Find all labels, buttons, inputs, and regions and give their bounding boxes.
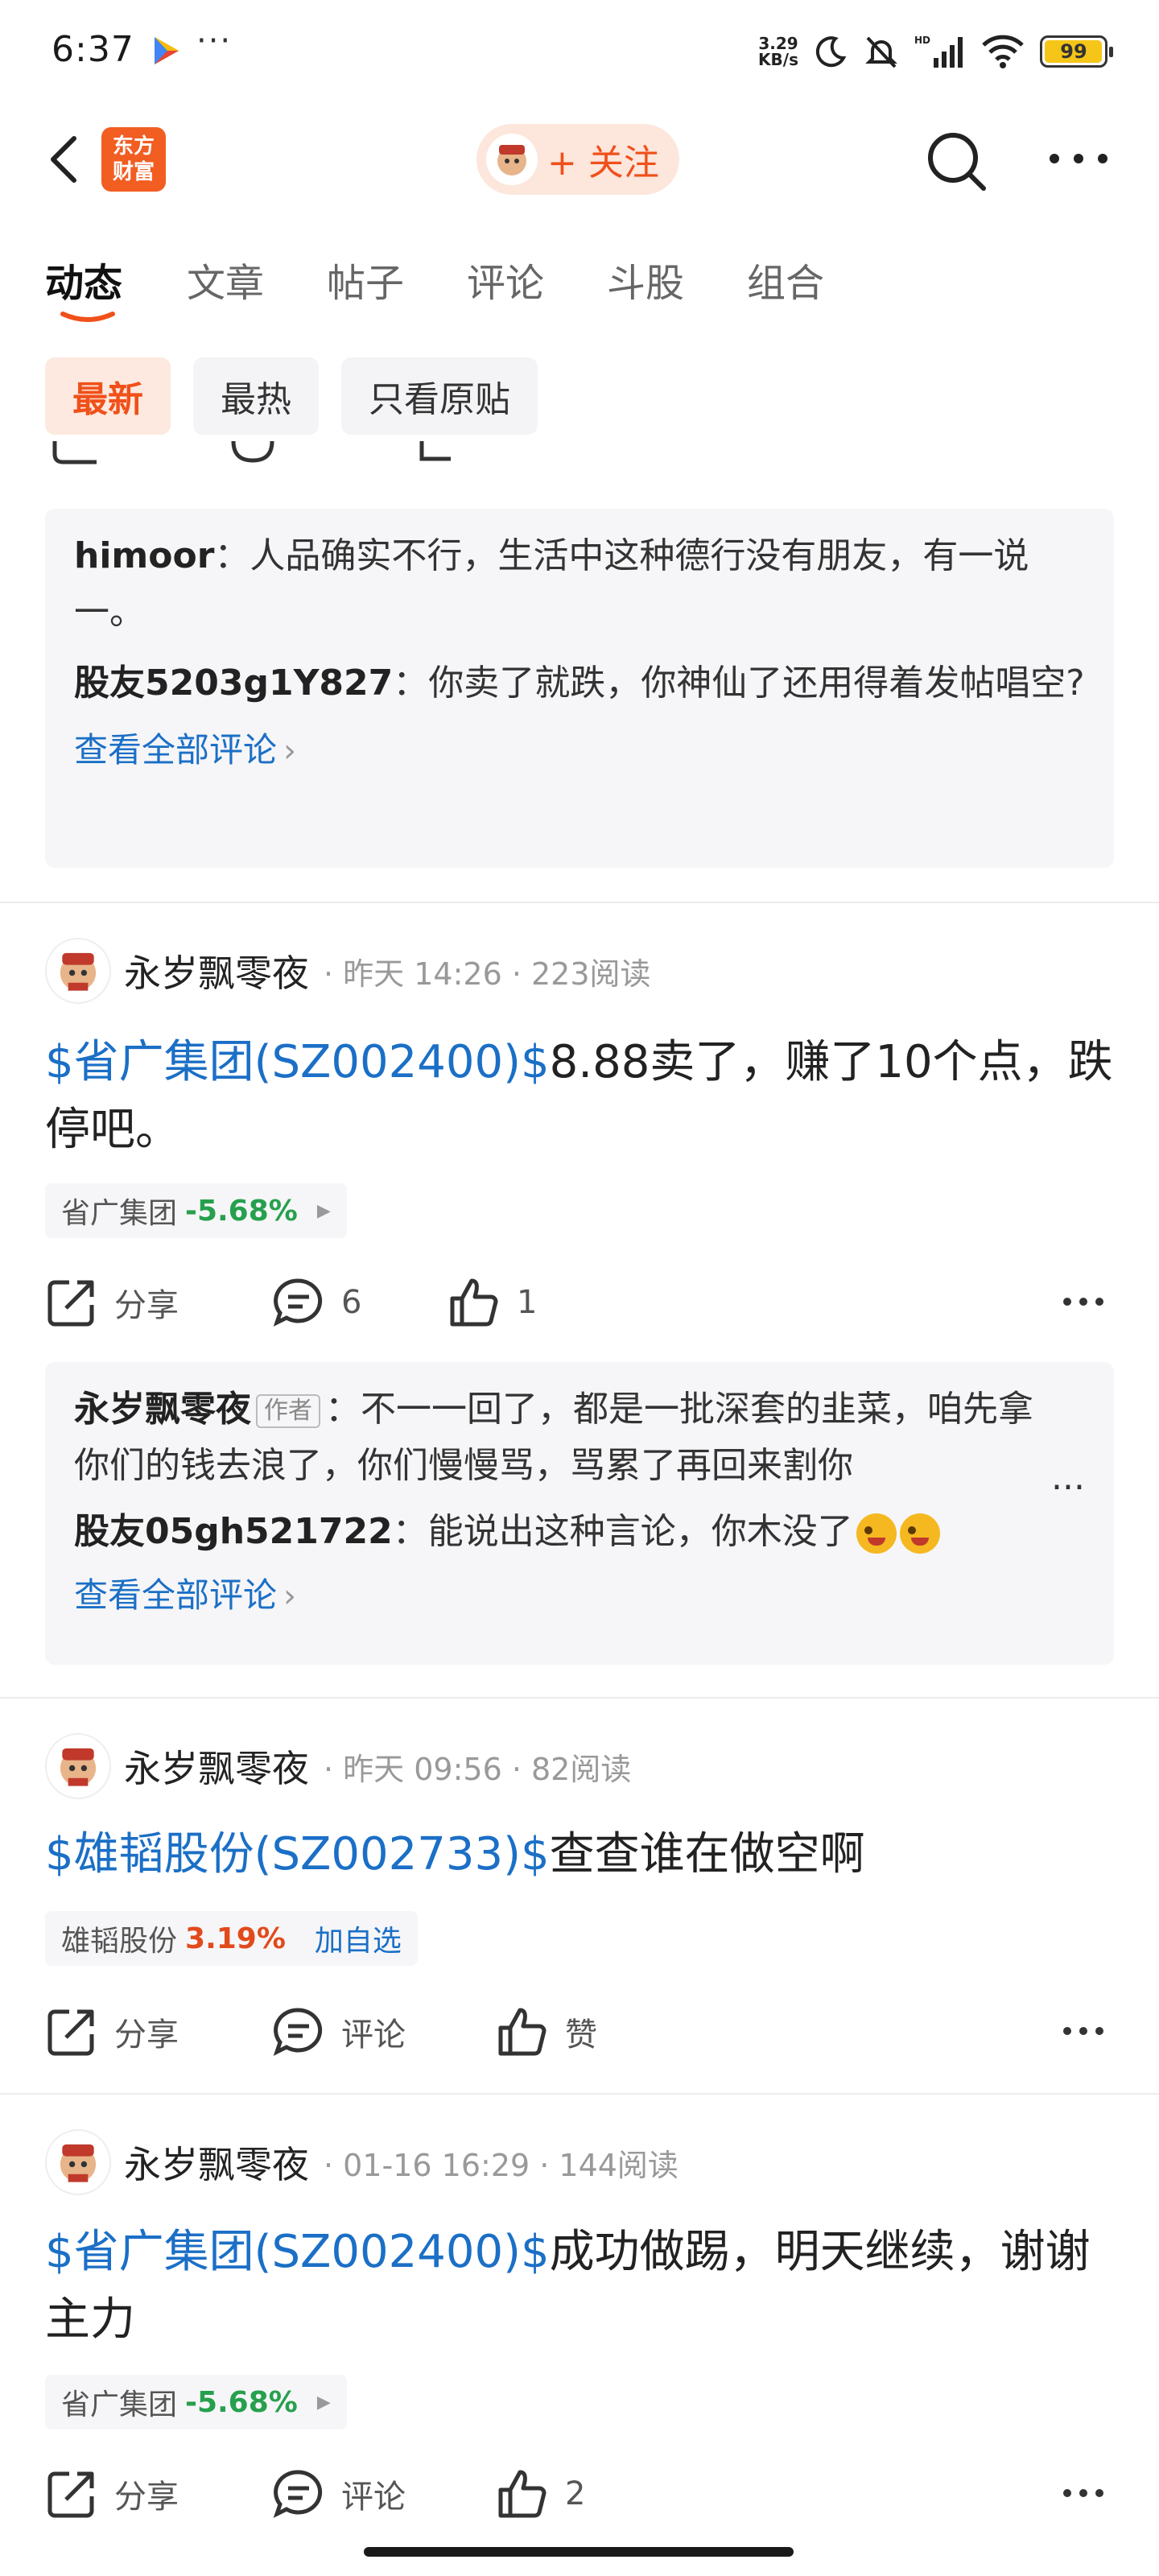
thumbs-up-icon — [498, 2470, 547, 2518]
add-watchlist-link[interactable]: 加自选 — [315, 1918, 402, 1959]
comment-item: 永岁飘零夜 作者 ：不一一回了，都是一批深套的韭菜，咱先拿你们的钱去浪了，你们慢慢骂… — [74, 1389, 1033, 1486]
comment-button[interactable]: 评论 — [272, 2462, 406, 2526]
active-tab-indicator — [60, 312, 115, 322]
post-content[interactable]: $省广集团(SZ002400)$成功做踢，明天继续，谢谢主力 — [45, 2219, 1116, 2354]
tab-portfolio[interactable]: 组合 — [747, 251, 824, 308]
like-button[interactable]: 1 — [448, 1270, 537, 1335]
triangle-right-icon: ▶ — [316, 1200, 331, 1221]
comment-icon — [273, 2470, 323, 2518]
wifi-icon — [982, 35, 1024, 68]
post-actions: 分享 评论 2 — [45, 2462, 1114, 2526]
network-speed: 3.29 KB/s — [758, 34, 798, 69]
comment-item: 股友05gh521722：能说出这种言论，你木没了 — [74, 1504, 1085, 1560]
avatar — [486, 134, 538, 185]
comment-preview-box[interactable]: himoor：人品确实不行，生活中这种德行没有朋友，有一说一。 股友5203g1… — [45, 509, 1114, 868]
comment-button[interactable]: 评论 — [272, 2000, 406, 2064]
filter-hot[interactable]: 最热 — [193, 357, 319, 435]
comment-preview-box[interactable]: 永岁飘零夜 作者 ：不一一回了，都是一批深套的韭菜，咱先拿你们的钱去浪了，你们慢慢骂… — [45, 1362, 1114, 1665]
post-meta: · 昨天 14:26 · 223阅读 — [324, 956, 651, 992]
stock-tag[interactable]: 省广集团 -5.68% ▶ — [45, 2375, 347, 2429]
comment-icon — [273, 1278, 323, 1327]
like-button[interactable]: 赞 — [496, 2000, 597, 2064]
tab-posts[interactable]: 帖子 — [327, 251, 404, 308]
stock-link[interactable]: $省广集团(SZ002400)$ — [45, 2226, 550, 2278]
divider — [0, 2093, 1159, 2095]
share-icon — [47, 1280, 94, 1327]
app-logo: 东方 财富 — [101, 127, 166, 192]
tab-comments[interactable]: 评论 — [467, 251, 544, 308]
wink-tongue-emoji-icon — [899, 1513, 940, 1554]
stock-tag[interactable]: 省广集团 -5.68% ▶ — [45, 1183, 347, 1238]
follow-button[interactable]: + 关注 — [476, 124, 679, 195]
notification-dots: ··· — [196, 23, 233, 60]
tab-stock-battle[interactable]: 斗股 — [607, 251, 684, 308]
tab-articles[interactable]: 文章 — [187, 251, 264, 308]
post-header: 永岁飘零夜 · 昨天 09:56 · 82阅读 — [45, 1732, 631, 1800]
see-all-comments-link[interactable]: 查看全部评论 › — [74, 718, 1085, 783]
search-icon[interactable] — [922, 127, 990, 195]
filter-latest[interactable]: 最新 — [45, 357, 171, 435]
thumbs-up-icon — [498, 2008, 547, 2056]
filter-original-only[interactable]: 只看原贴 — [341, 357, 538, 435]
share-button[interactable]: 分享 — [45, 2462, 179, 2526]
stock-link[interactable]: $省广集团(SZ002400)$ — [45, 1036, 550, 1088]
more-options-icon[interactable] — [1061, 1290, 1106, 1314]
username[interactable]: 永岁飘零夜 — [124, 944, 309, 997]
moon-icon — [815, 36, 847, 68]
home-indicator[interactable] — [364, 2547, 794, 2557]
signal-icon: HD — [914, 35, 963, 68]
battery-icon: 99 — [1040, 35, 1113, 68]
wink-tongue-emoji-icon — [856, 1513, 897, 1554]
avatar[interactable] — [45, 938, 111, 1004]
stock-link[interactable]: $雄韬股份(SZ002733)$ — [45, 1828, 550, 1880]
username[interactable]: 永岁飘零夜 — [124, 1740, 309, 1793]
profile-tabs: 动态 文章 帖子 评论 斗股 组合 — [0, 242, 1159, 330]
more-options-icon[interactable] — [1046, 147, 1111, 171]
post-content[interactable]: $雄韬股份(SZ002733)$查查谁在做空啊 — [45, 1821, 1116, 1889]
post-actions: 分享 评论 赞 — [45, 2000, 1114, 2064]
truncation-ellipsis: ... — [1051, 1457, 1085, 1498]
status-time: 6:37 — [52, 29, 134, 70]
svg-text:HD: HD — [914, 35, 930, 46]
divider — [0, 1697, 1159, 1699]
status-bar: 6:37 ··· 3.29 KB/s HD 99 — [0, 0, 1159, 100]
post-meta: · 01-16 16:29 · 144阅读 — [324, 2147, 678, 2183]
play-store-icon — [155, 37, 179, 64]
avatar[interactable] — [45, 1733, 111, 1799]
comment-item: himoor：人品确实不行，生活中这种德行没有朋友，有一说一。 — [74, 535, 1029, 633]
triangle-right-icon: ▶ — [316, 2392, 331, 2413]
more-options-icon[interactable] — [1061, 2019, 1106, 2043]
share-button[interactable]: 分享 — [45, 1270, 179, 1335]
chevron-right-icon: › — [283, 733, 297, 770]
share-icon — [47, 2009, 94, 2056]
chevron-right-icon: › — [283, 1578, 297, 1615]
post-header: 永岁飘零夜 · 昨天 14:26 · 223阅读 — [45, 937, 651, 1005]
filter-bar: 最新 最热 只看原贴 — [45, 357, 538, 435]
post-content[interactable]: $省广集团(SZ002400)$8.88卖了，赚了10个点，跌停吧。 — [45, 1029, 1116, 1164]
back-arrow-icon[interactable] — [42, 130, 90, 188]
username[interactable]: 永岁飘零夜 — [124, 2136, 309, 2189]
post-meta: · 昨天 09:56 · 82阅读 — [324, 1751, 632, 1787]
thumbs-up-icon — [450, 1278, 498, 1327]
post-header: 永岁飘零夜 · 01-16 16:29 · 144阅读 — [45, 2128, 678, 2196]
stock-tag[interactable]: 雄韬股份 3.19% 加自选 — [45, 1911, 418, 1966]
see-all-comments-link[interactable]: 查看全部评论 › — [74, 1563, 1085, 1629]
post-actions: 分享 6 1 — [45, 1270, 1114, 1335]
divider — [0, 902, 1159, 903]
top-nav: 东方 财富 + 关注 — [0, 100, 1159, 219]
clipped-action-row — [52, 441, 451, 464]
comment-button[interactable]: 6 — [272, 1270, 361, 1335]
share-icon — [47, 2471, 94, 2518]
bell-muted-icon — [865, 36, 897, 68]
tab-dynamic[interactable]: 动态 — [45, 251, 122, 308]
author-badge: 作者 — [256, 1394, 320, 1428]
share-button[interactable]: 分享 — [45, 2000, 179, 2064]
avatar[interactable] — [45, 2129, 111, 2195]
like-button[interactable]: 2 — [496, 2462, 585, 2526]
comment-icon — [273, 2008, 323, 2056]
comment-item: 股友5203g1Y827：你卖了就跌，你神仙了还用得着发帖唱空? — [74, 663, 1085, 704]
more-options-icon[interactable] — [1061, 2481, 1106, 2505]
